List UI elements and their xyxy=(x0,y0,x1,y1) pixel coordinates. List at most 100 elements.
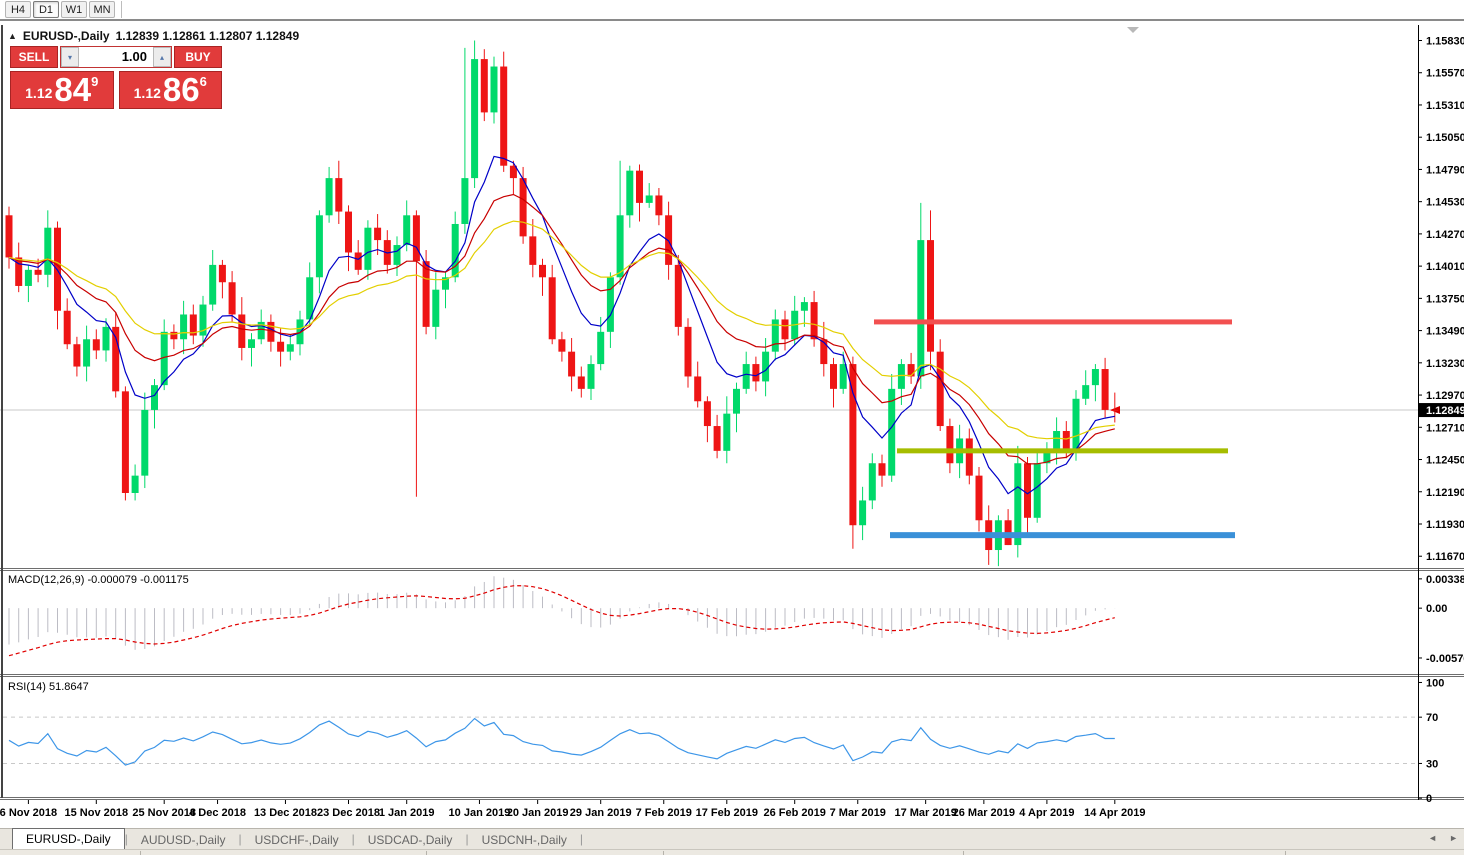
toolbar-separator xyxy=(121,1,122,18)
rsi-panel xyxy=(3,717,1418,765)
timeframe-button-h4[interactable]: H4 xyxy=(5,1,31,18)
macd-tick-label: -0.00576 xyxy=(1426,653,1464,665)
rsi-tick-label: 70 xyxy=(1426,712,1438,724)
price-tick-label: 1.14790 xyxy=(1426,164,1464,176)
date-tick-label: 14 Apr 2019 xyxy=(1084,807,1145,819)
tab-scroll-left-icon[interactable]: ◄ xyxy=(1428,833,1437,843)
panel-frame xyxy=(0,25,1464,800)
buy-price-prefix: 1.12 xyxy=(134,85,161,101)
object-lines-layer xyxy=(874,319,1235,538)
sell-price-sup: 9 xyxy=(91,74,98,89)
date-tick-label: 7 Feb 2019 xyxy=(636,807,692,819)
price-tick-label: 1.11930 xyxy=(1426,519,1464,531)
chart-canvas[interactable]: 1.158301.155701.153101.150501.147901.145… xyxy=(0,0,1464,855)
date-tick-label: 4 Apr 2019 xyxy=(1019,807,1074,819)
date-tick-label: 29 Jan 2019 xyxy=(570,807,632,819)
sell-price-big: 84 xyxy=(54,73,91,107)
volume-input[interactable]: 1.00 xyxy=(79,47,153,67)
volume-decrease-button[interactable]: ▾ xyxy=(61,47,79,67)
date-tick-label: 6 Nov 2018 xyxy=(0,807,57,819)
price-tick-label: 1.15570 xyxy=(1426,68,1464,80)
date-tick-label: 17 Mar 2019 xyxy=(894,807,956,819)
current-price-tag: 1.12849 xyxy=(1426,405,1464,417)
date-tick-label: 26 Mar 2019 xyxy=(953,807,1015,819)
date-tick-label: 7 Mar 2019 xyxy=(830,807,886,819)
date-tick-label: 15 Nov 2018 xyxy=(64,807,128,819)
macd-tick-label: 0.00 xyxy=(1426,603,1447,615)
chart-tab-usdcnh[interactable]: USDCNH-,Daily xyxy=(469,830,580,849)
buy-price-button[interactable]: 1.12 86 6 xyxy=(119,71,223,109)
buy-button[interactable]: BUY xyxy=(174,46,222,68)
medium-ma xyxy=(9,195,1115,464)
rsi-tick-label: 0 xyxy=(1426,793,1432,805)
price-tick-label: 1.15050 xyxy=(1426,132,1464,144)
date-tick-label: 25 Nov 2018 xyxy=(132,807,196,819)
resistance-line xyxy=(874,319,1232,324)
date-tick-label: 26 Feb 2019 xyxy=(764,807,826,819)
chart-ohlc-values: 1.12839 1.12861 1.12807 1.12849 xyxy=(116,29,300,43)
date-tick-label: 17 Feb 2019 xyxy=(696,807,758,819)
tab-scroll-buttons: ◄ ► xyxy=(1428,833,1458,843)
mid-support-line xyxy=(897,448,1228,453)
price-tick-label: 1.15310 xyxy=(1426,100,1464,112)
macd-tick-label: 0.003387 xyxy=(1426,574,1464,586)
price-tick-label: 1.13750 xyxy=(1426,293,1464,305)
timeframe-button-w1[interactable]: W1 xyxy=(61,1,87,18)
tab-separator: | xyxy=(580,832,583,846)
date-axis: 6 Nov 2018 15 Nov 2018 25 Nov 20184 Dec 20… xyxy=(0,800,1145,819)
sell-price-prefix: 1.12 xyxy=(25,85,52,101)
buy-price-big: 86 xyxy=(163,73,200,107)
symbol-marker-icon: ▲ xyxy=(8,31,17,41)
status-bar xyxy=(0,849,1464,855)
chart-tab-usdchf[interactable]: USDCHF-,Daily xyxy=(242,830,352,849)
volume-increase-button[interactable]: ▴ xyxy=(153,47,171,67)
rsi-line xyxy=(9,719,1115,766)
date-tick-label: 1 Jan 2019 xyxy=(379,807,435,819)
rsi-tick-label: 100 xyxy=(1426,677,1444,689)
price-tick-label: 1.14010 xyxy=(1426,261,1464,273)
chart-title: ▲ EURUSD-,Daily 1.12839 1.12861 1.12807 … xyxy=(8,29,299,43)
timeframe-button-d1[interactable]: D1 xyxy=(33,1,59,18)
status-separator xyxy=(1285,851,1286,855)
price-tick-label: 1.11670 xyxy=(1426,551,1464,563)
status-separator xyxy=(140,851,141,855)
buy-price-sup: 6 xyxy=(200,74,207,89)
candles-layer xyxy=(6,40,1119,566)
price-tick-label: 1.13490 xyxy=(1426,326,1464,338)
price-tick-label: 1.15830 xyxy=(1426,35,1464,47)
timeframe-button-mn[interactable]: MN xyxy=(89,1,115,18)
date-tick-label: 23 Dec 2018 xyxy=(317,807,380,819)
price-tick-label: 1.12450 xyxy=(1426,455,1464,467)
price-tick-label: 1.13230 xyxy=(1426,358,1464,370)
price-tick-label: 1.14270 xyxy=(1426,229,1464,241)
date-tick-label: 4 Dec 2018 xyxy=(189,807,246,819)
one-click-trading-panel: SELL ▾ 1.00 ▴ BUY 1.12 84 9 1.12 86 6 xyxy=(10,46,222,109)
price-tick-label: 1.12190 xyxy=(1426,487,1464,499)
volume-stepper: ▾ 1.00 ▴ xyxy=(60,46,172,68)
date-tick-label: 13 Dec 2018 xyxy=(254,807,317,819)
status-separator xyxy=(426,851,427,855)
date-tick-label: 20 Jan 2019 xyxy=(507,807,569,819)
chart-shift-marker-icon xyxy=(1127,27,1139,33)
sell-button[interactable]: SELL xyxy=(10,46,58,68)
macd-panel xyxy=(9,576,1115,655)
price-tick-label: 1.12710 xyxy=(1426,422,1464,434)
support-line xyxy=(890,532,1235,538)
tab-scroll-right-icon[interactable]: ► xyxy=(1449,833,1458,843)
date-tick-label: 10 Jan 2019 xyxy=(449,807,511,819)
chart-tab-audusd[interactable]: AUDUSD-,Daily xyxy=(128,830,239,849)
chart-tab-usdcad[interactable]: USDCAD-,Daily xyxy=(355,830,466,849)
status-separator xyxy=(963,851,964,855)
macd-axis: 0.003387 0.00 -0.00576 xyxy=(1418,574,1464,665)
sell-price-button[interactable]: 1.12 84 9 xyxy=(10,71,114,109)
chart-symbol-label: EURUSD-,Daily xyxy=(23,29,110,43)
rsi-label: RSI(14) 51.8647 xyxy=(8,681,89,693)
status-separator xyxy=(663,851,664,855)
price-tick-label: 1.12970 xyxy=(1426,390,1464,402)
macd-signal-line xyxy=(9,586,1115,656)
chart-tab-eurusd[interactable]: EURUSD-,Daily xyxy=(12,828,125,849)
price-axis: 1.158301.155701.153101.150501.147901.145… xyxy=(1418,35,1464,563)
rsi-axis: 10070300 xyxy=(1418,677,1444,805)
chart-tab-bar: EURUSD-,Daily|AUDUSD-,Daily|USDCHF-,Dail… xyxy=(0,828,1464,849)
timeframe-toolbar: H4D1W1MN xyxy=(0,0,1464,21)
